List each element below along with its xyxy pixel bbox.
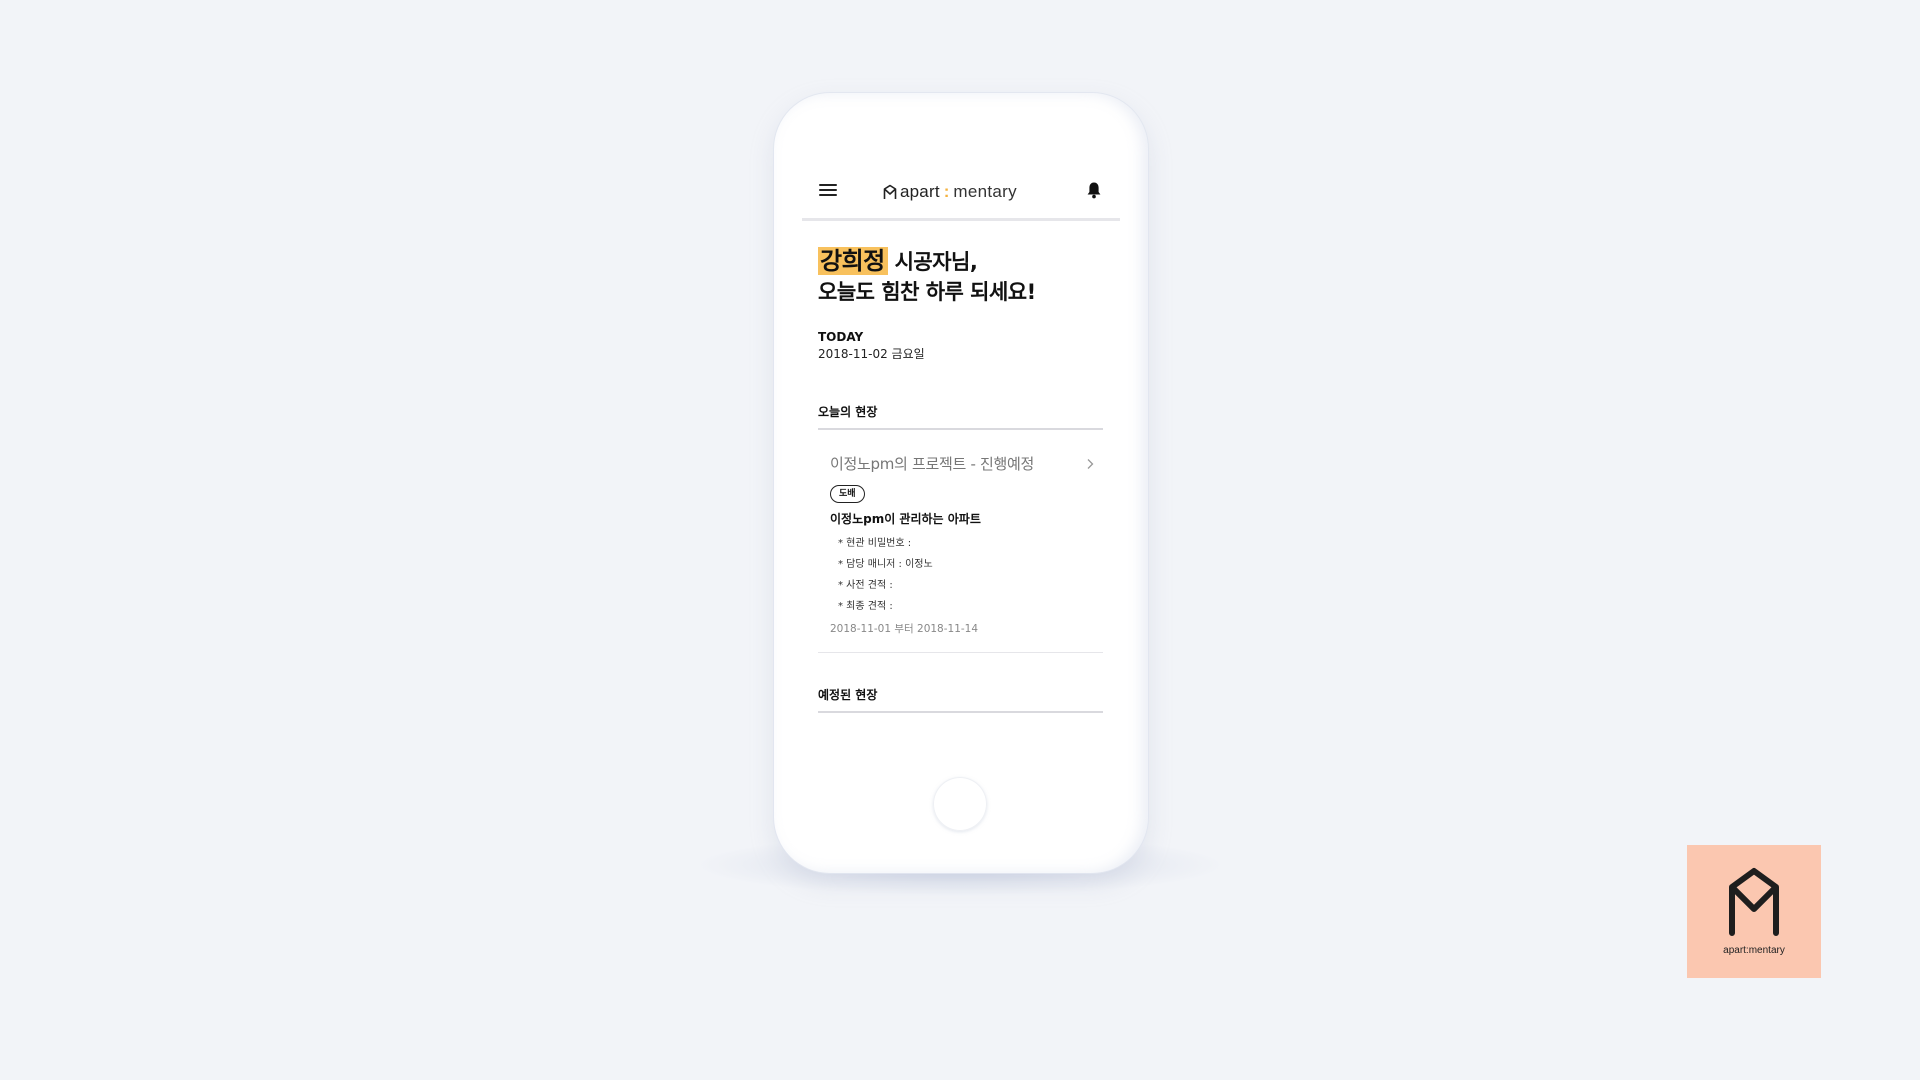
bell-icon[interactable] (1086, 181, 1102, 199)
detail-final-estimate: * 최종 견적 : (838, 601, 893, 612)
home-button (933, 777, 987, 831)
site-card-title-row[interactable]: 이정노pm의 프로젝트 - 진행예정 (830, 453, 1095, 474)
greeting-line-2: 오늘도 힘찬 하루 되세요! (818, 280, 1036, 304)
app-screen: apart: mentary 강희정 시공자님, 오늘도 힘찬 하루 되세요! T… (802, 171, 1120, 741)
logo-text-secondary: mentary (953, 182, 1017, 201)
detail-door-password: * 현관 비밀번호 : (838, 538, 912, 549)
site-card-title: 이정노pm의 프로젝트 - 진행예정 (830, 455, 1035, 473)
today-label: TODAY (818, 330, 864, 344)
section-title-upcoming-sites: 예정된 현장 (818, 686, 1103, 713)
today-date: 2018-11-02 금요일 (818, 347, 925, 361)
logo-separator: : (943, 182, 950, 201)
work-type-tag: 도배 (830, 485, 865, 503)
app-logo[interactable]: apart: mentary (883, 181, 1017, 203)
presentation-stage: apart: mentary 강희정 시공자님, 오늘도 힘찬 하루 되세요! T… (0, 0, 1920, 1080)
logo-text-primary: apart (900, 182, 940, 201)
app-header: apart: mentary (802, 171, 1120, 221)
site-detail-list: * 현관 비밀번호 : * 담당 매니저 : 이정노 * 사전 견적 : * 최… (838, 533, 933, 617)
greeting: 강희정 시공자님, 오늘도 힘찬 하루 되세요! (818, 246, 1036, 307)
detail-manager: * 담당 매니저 : 이정노 (838, 559, 933, 570)
brand-badge: apart:mentary (1687, 845, 1821, 978)
chevron-right-icon[interactable] (1085, 458, 1095, 470)
detail-pre-estimate: * 사전 견적 : (838, 580, 893, 591)
section-title-today-sites: 오늘의 현장 (818, 403, 1103, 430)
user-name: 강희정 (818, 247, 888, 275)
site-card[interactable]: 이정노pm의 프로젝트 - 진행예정 도배 이정노pm이 관리하는 아파트 * … (818, 443, 1103, 653)
site-period: 2018-11-01 부터 2018-11-14 (830, 623, 979, 635)
greeting-suffix: 시공자님, (894, 250, 978, 274)
brand-badge-text: apart:mentary (1723, 945, 1785, 956)
phone-mockup: apart: mentary 강희정 시공자님, 오늘도 힘찬 하루 되세요! T… (774, 93, 1148, 873)
site-name: 이정노pm이 관리하는 아파트 (830, 512, 981, 526)
logo-icon (883, 184, 897, 199)
greeting-line-1: 강희정 시공자님, (818, 246, 1036, 277)
brand-logo-icon (1729, 868, 1779, 936)
menu-icon[interactable] (819, 184, 837, 198)
today-block: TODAY 2018-11-02 금요일 (818, 329, 925, 363)
